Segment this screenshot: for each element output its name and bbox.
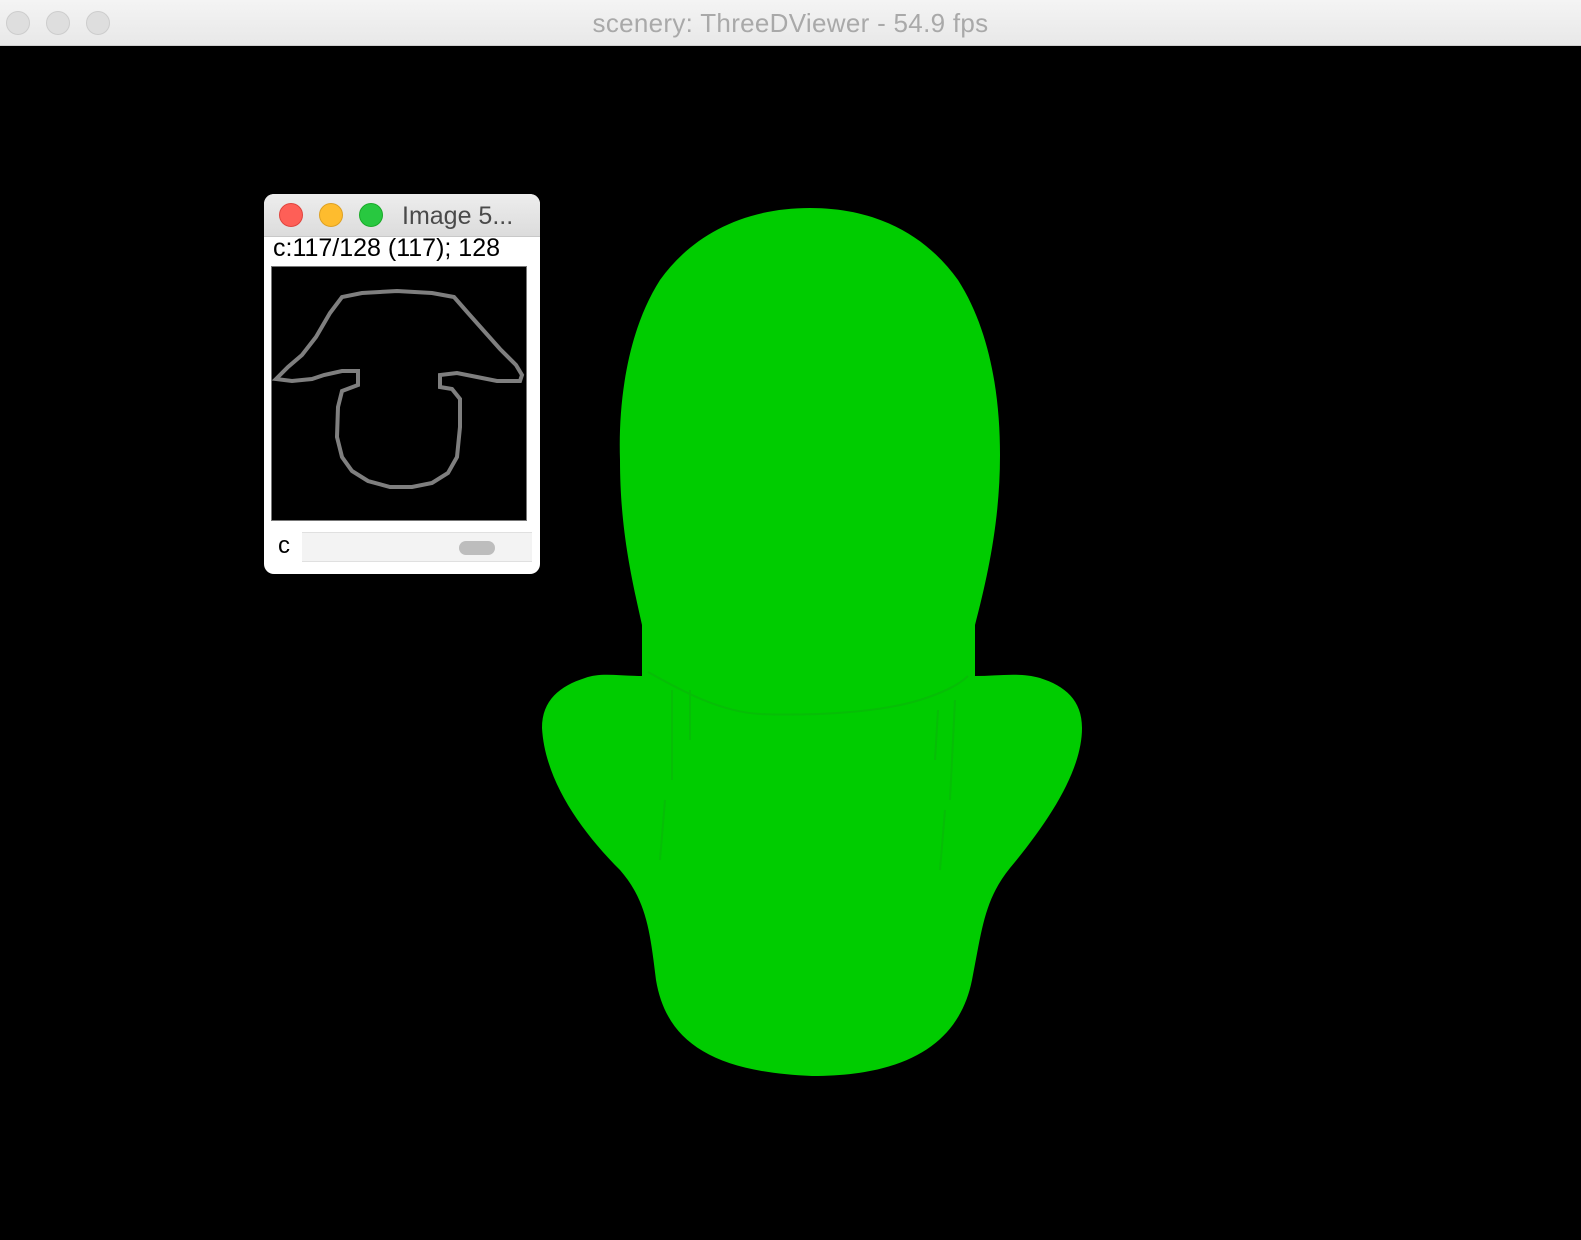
green-mesh [542,208,1082,1076]
image-window-title: Image 5... [402,202,514,230]
render-viewport[interactable] [0,46,1581,1240]
channel-slider-thumb[interactable] [459,541,496,555]
zoom-button[interactable] [359,203,383,227]
slice-outline-image [271,288,525,489]
close-button[interactable] [279,203,303,227]
image-status-line: c:117/128 (117); 128 [273,234,501,262]
title-bar: scenery: ThreeDViewer - 54.9 fps [0,0,1581,46]
image-window[interactable]: Image 5... c:117/128 (117); 128 c [264,194,540,574]
image-canvas[interactable] [271,266,527,521]
scene-canvas[interactable] [0,46,1581,1240]
minimize-button[interactable] [319,203,343,227]
channel-slider-row: c [264,528,540,562]
channel-slider-track[interactable] [302,532,532,562]
channel-slider-label: c [278,532,290,559]
window-title: scenery: ThreeDViewer - 54.9 fps [592,8,989,38]
image-window-titlebar[interactable]: Image 5... [264,194,540,237]
